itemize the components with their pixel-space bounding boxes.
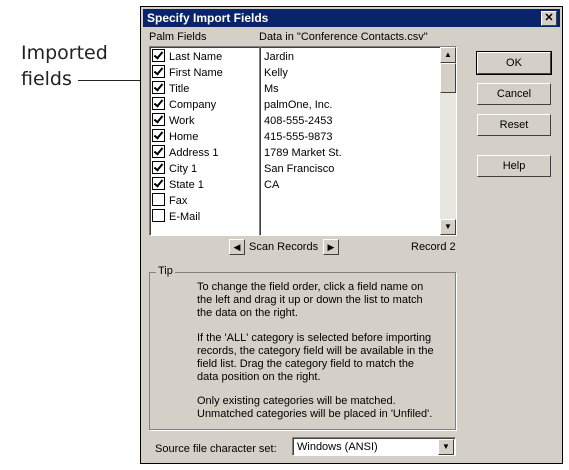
data-value-item[interactable]: palmOne, Inc. <box>264 97 332 113</box>
dialog-title: Specify Import Fields <box>147 11 269 25</box>
field-checkbox[interactable] <box>152 145 165 158</box>
palm-field-item[interactable]: Work <box>152 113 194 129</box>
tip-paragraph-3: Only existing categories will be matched… <box>197 395 433 420</box>
field-label: Fax <box>169 195 188 207</box>
field-label: City 1 <box>169 163 198 175</box>
field-checkbox[interactable] <box>152 129 165 142</box>
field-label: Work <box>169 115 195 127</box>
tip-legend: Tip <box>156 265 175 277</box>
scroll-up-button[interactable]: ▲ <box>440 47 456 63</box>
data-value-item[interactable]: Jardin <box>264 49 294 65</box>
data-value-item[interactable]: 415-555-9873 <box>264 129 333 145</box>
chevron-down-icon: ▼ <box>442 442 450 451</box>
tip-paragraph-2: If the 'ALL' category is selected before… <box>197 332 434 383</box>
data-value-item[interactable]: San Francisco <box>264 161 334 177</box>
field-label: Address 1 <box>169 147 219 159</box>
close-button[interactable]: ✕ <box>541 11 557 26</box>
callout-line-2: fields <box>21 68 72 90</box>
scan-records-label: Scan Records <box>249 241 319 253</box>
annotation-callout: Imported fields <box>21 40 121 92</box>
field-checkbox[interactable] <box>152 81 165 94</box>
palm-field-item[interactable]: E-Mail <box>152 209 200 225</box>
field-checkbox[interactable] <box>152 97 165 110</box>
data-list-scrollbar[interactable]: ▲ ▼ <box>440 47 456 235</box>
arrow-right-icon: ▶ <box>327 242 335 252</box>
data-value-item[interactable]: Kelly <box>264 65 288 81</box>
scroll-down-button[interactable]: ▼ <box>440 219 456 235</box>
field-checkbox[interactable] <box>152 177 165 190</box>
tip-groupbox: Tip To change the field order, click a f… <box>149 265 456 430</box>
palm-fields-label: Palm Fields <box>149 31 207 43</box>
field-label: Last Name <box>169 51 223 63</box>
scan-next-button[interactable]: ▶ <box>323 239 339 255</box>
record-number: Record 2 <box>411 241 456 253</box>
charset-select[interactable]: Windows (ANSI) ▼ <box>292 437 456 456</box>
palm-field-item[interactable]: Home <box>152 129 198 145</box>
arrow-up-icon: ▲ <box>444 50 452 59</box>
field-label: Home <box>169 131 199 143</box>
field-label: First Name <box>169 67 223 79</box>
data-file-label: Data in "Conference Contacts.csv" <box>259 31 428 43</box>
field-checkbox[interactable] <box>152 49 165 62</box>
cancel-button[interactable]: Cancel <box>477 83 551 105</box>
reset-button[interactable]: Reset <box>477 114 551 136</box>
data-value-item[interactable]: 1789 Market St. <box>264 145 342 161</box>
field-label: State 1 <box>169 179 204 191</box>
palm-field-item[interactable]: Last Name <box>152 49 222 65</box>
tip-paragraph-1: To change the field order, click a field… <box>197 281 424 319</box>
field-checkbox[interactable] <box>152 161 165 174</box>
data-value-item[interactable]: 408-555-2453 <box>264 113 333 129</box>
palm-fields-list[interactable]: Last Name First Name Title Company Work Home A… <box>149 46 260 236</box>
close-icon: ✕ <box>544 12 554 24</box>
field-label: Title <box>169 83 190 95</box>
palm-field-item[interactable]: First Name <box>152 65 223 81</box>
palm-field-item[interactable]: City 1 <box>152 161 197 177</box>
data-values-list[interactable]: ▲ ▼ Jardin Kelly Ms palmOne, Inc. 408-555-24… <box>259 46 457 236</box>
field-checkbox[interactable] <box>152 113 165 126</box>
field-checkbox[interactable] <box>152 65 165 78</box>
arrow-down-icon: ▼ <box>444 222 452 231</box>
charset-label: Source file character set: <box>155 443 277 455</box>
help-button[interactable]: Help <box>477 155 551 177</box>
data-value-item[interactable]: Ms <box>264 81 279 97</box>
palm-field-item[interactable]: Company <box>152 97 216 113</box>
scan-previous-button[interactable]: ◀ <box>229 239 245 255</box>
charset-value: Windows (ANSI) <box>297 441 378 453</box>
field-label: E-Mail <box>169 211 201 223</box>
palm-field-item[interactable]: Fax <box>152 193 187 209</box>
field-checkbox[interactable] <box>152 209 165 222</box>
palm-field-item[interactable]: State 1 <box>152 177 204 193</box>
import-fields-dialog: Specify Import Fields ✕ Palm Fields Data… <box>140 6 563 464</box>
ok-button[interactable]: OK <box>476 51 552 75</box>
data-value-item[interactable]: CA <box>264 177 279 193</box>
dialog-titlebar: Specify Import Fields ✕ <box>143 9 560 27</box>
palm-field-item[interactable]: Title <box>152 81 189 97</box>
callout-pointer-line <box>78 80 143 81</box>
field-checkbox[interactable] <box>152 193 165 206</box>
field-label: Company <box>169 99 217 111</box>
arrow-left-icon: ◀ <box>233 242 241 252</box>
charset-dropdown-button[interactable]: ▼ <box>438 439 454 455</box>
palm-field-item[interactable]: Address 1 <box>152 145 219 161</box>
scroll-thumb[interactable] <box>440 63 456 93</box>
callout-line-1: Imported <box>21 42 108 64</box>
